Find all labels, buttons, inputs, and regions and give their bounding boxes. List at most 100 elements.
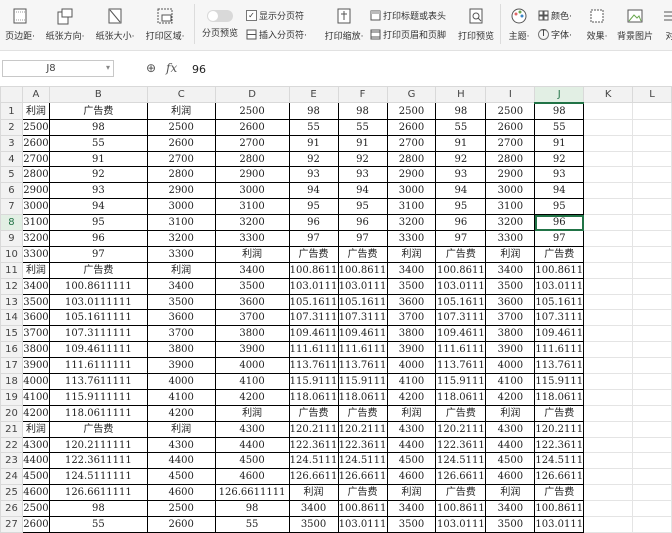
cell-a5[interactable]: 2800 (21, 166, 50, 184)
cell-d27[interactable]: 55 (214, 516, 290, 533)
cell-f21[interactable]: 120.2111 (337, 420, 388, 438)
cell-j11[interactable]: 100.8611 (534, 261, 585, 279)
cell-k18[interactable] (583, 373, 634, 390)
cell-j18[interactable]: 115.9111 (534, 373, 585, 390)
cell-k24[interactable] (583, 468, 634, 486)
cell-h23[interactable]: 124.5111 (435, 452, 487, 470)
cell-g27[interactable]: 3500 (386, 516, 437, 533)
cell-j17[interactable]: 113.7611 (534, 357, 585, 375)
cell-l18[interactable] (632, 373, 672, 390)
cell-f25[interactable]: 广告费 (337, 484, 388, 502)
cell-b18[interactable]: 113.7611111 (48, 373, 148, 390)
cell-c27[interactable]: 2600 (146, 516, 216, 533)
cell-a8[interactable]: 3100 (21, 214, 50, 232)
cell-h19[interactable]: 118.0611 (435, 388, 487, 406)
cell-e11[interactable]: 100.8611 (288, 261, 339, 279)
formula-input[interactable]: 96 (192, 63, 206, 76)
cell-a23[interactable]: 4400 (21, 452, 50, 470)
row-header[interactable]: 15 (0, 325, 23, 343)
row-header[interactable]: 5 (0, 166, 23, 184)
cell-d2[interactable]: 2600 (214, 118, 290, 136)
cell-e16[interactable]: 111.6111 (288, 341, 339, 359)
cell-g25[interactable]: 利润 (386, 484, 437, 502)
cell-i22[interactable]: 4400 (485, 436, 536, 454)
cell-h8[interactable]: 96 (435, 214, 487, 232)
cell-b2[interactable]: 98 (48, 118, 148, 136)
cell-f1[interactable]: 98 (337, 102, 388, 120)
cell-e14[interactable]: 107.3111 (288, 309, 339, 327)
cell-g23[interactable]: 4500 (386, 452, 437, 470)
cell-d23[interactable]: 4500 (214, 452, 290, 470)
cell-c3[interactable]: 2600 (146, 134, 216, 152)
cell-h25[interactable]: 广告费 (435, 484, 487, 502)
cell-b8[interactable]: 95 (48, 214, 148, 232)
cell-k16[interactable] (583, 341, 634, 359)
cell-a27[interactable]: 2600 (21, 516, 50, 533)
cell-l12[interactable] (632, 277, 672, 295)
cell-g18[interactable]: 4100 (386, 373, 437, 390)
column-header-i[interactable]: I (485, 85, 536, 104)
column-header-b[interactable]: B (48, 85, 148, 104)
cell-g15[interactable]: 3800 (386, 325, 437, 343)
cell-c2[interactable]: 2500 (146, 118, 216, 136)
cell-b22[interactable]: 120.2111111 (48, 436, 148, 454)
print-header-footer-button[interactable]: 打印页眉和页脚 (370, 27, 446, 41)
cell-e5[interactable]: 93 (288, 166, 339, 184)
select-all-corner[interactable] (0, 85, 23, 104)
cell-a2[interactable]: 2500 (21, 118, 50, 136)
cell-g8[interactable]: 3200 (386, 214, 437, 232)
cell-l26[interactable] (632, 500, 672, 518)
cell-b1[interactable]: 广告费 (48, 102, 148, 120)
cell-e23[interactable]: 124.5111 (288, 452, 339, 470)
cell-k4[interactable] (583, 150, 634, 168)
orientation-button[interactable]: 纸张方向· (42, 4, 88, 42)
cell-j10[interactable]: 广告费 (534, 245, 585, 263)
cell-a22[interactable]: 4300 (21, 436, 50, 454)
cell-l21[interactable] (632, 420, 672, 438)
cell-l2[interactable] (632, 118, 672, 136)
cell-c25[interactable]: 4600 (146, 484, 216, 502)
cell-k11[interactable] (583, 261, 634, 279)
column-header-g[interactable]: G (386, 85, 437, 104)
cell-a13[interactable]: 3500 (21, 293, 50, 311)
cell-c1[interactable]: 利润 (146, 102, 216, 120)
cell-f6[interactable]: 94 (337, 182, 388, 200)
cell-e17[interactable]: 113.7611 (288, 357, 339, 375)
cell-j24[interactable]: 126.6611 (534, 468, 585, 486)
cell-e15[interactable]: 109.4611 (288, 325, 339, 343)
cell-b12[interactable]: 100.8611111 (48, 277, 148, 295)
cell-k6[interactable] (583, 182, 634, 200)
cell-k3[interactable] (583, 134, 634, 152)
row-header[interactable]: 19 (0, 388, 23, 406)
chevron-down-icon[interactable]: ▾ (106, 63, 110, 72)
cell-h24[interactable]: 126.6611 (435, 468, 487, 486)
cell-c18[interactable]: 4000 (146, 373, 216, 390)
cell-b25[interactable]: 126.6611111 (48, 484, 148, 502)
cell-b3[interactable]: 55 (48, 134, 148, 152)
cell-e25[interactable]: 利润 (288, 484, 339, 502)
cell-f12[interactable]: 103.0111 (337, 277, 388, 295)
cell-g21[interactable]: 4300 (386, 420, 437, 438)
margins-button[interactable]: 页边距· (2, 4, 38, 42)
cell-j8[interactable]: 96 (534, 214, 585, 232)
cell-k10[interactable] (583, 245, 634, 263)
cell-f27[interactable]: 103.0111 (337, 516, 388, 533)
cell-a19[interactable]: 4100 (21, 388, 50, 406)
row-header[interactable]: 12 (0, 277, 23, 295)
cell-k15[interactable] (583, 325, 634, 343)
cell-b27[interactable]: 55 (48, 516, 148, 533)
cell-a11[interactable]: 利润 (21, 261, 50, 279)
cell-c4[interactable]: 2700 (146, 150, 216, 168)
cell-b14[interactable]: 105.1611111 (48, 309, 148, 327)
cell-j21[interactable]: 120.2111 (534, 420, 585, 438)
cell-a18[interactable]: 4000 (21, 373, 50, 390)
cell-i25[interactable]: 利润 (485, 484, 536, 502)
cell-k7[interactable] (583, 198, 634, 216)
row-header[interactable]: 1 (0, 102, 23, 120)
cell-e19[interactable]: 118.0611 (288, 388, 339, 406)
cell-b16[interactable]: 109.4611111 (48, 341, 148, 359)
cell-i21[interactable]: 4300 (485, 420, 536, 438)
cell-h13[interactable]: 105.1611 (435, 293, 487, 311)
cell-g20[interactable]: 利润 (386, 404, 437, 422)
cell-j12[interactable]: 103.0111 (534, 277, 585, 295)
